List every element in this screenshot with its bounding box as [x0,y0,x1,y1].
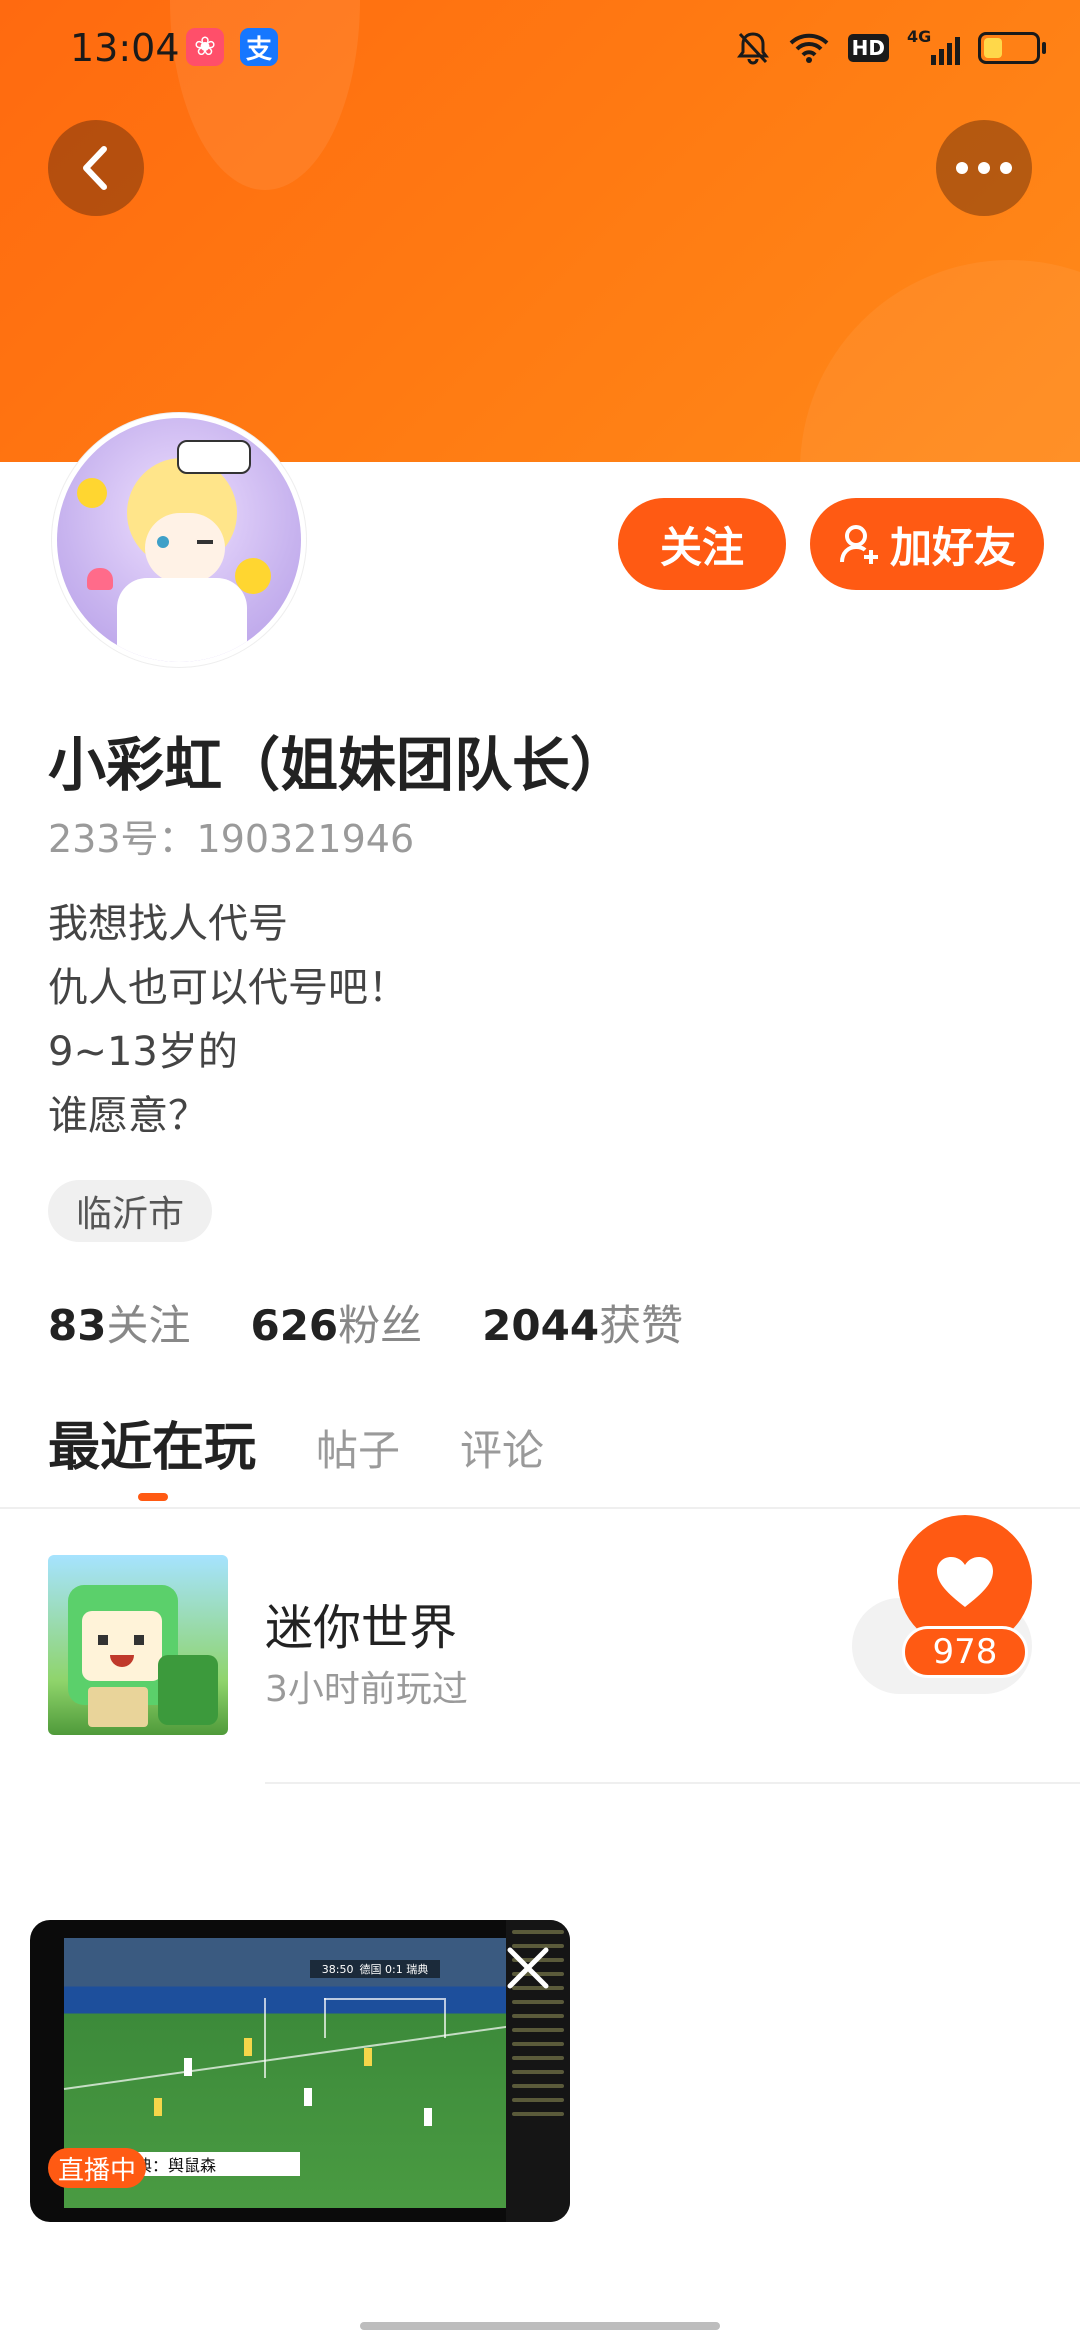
bio-line: 我想找人代号 [48,901,288,947]
profile-uid: 233号：190321946 [48,817,415,861]
tabs-divider [0,1507,1080,1509]
add-friend-button[interactable]: 加好友 [810,498,1044,590]
stat-label: 获赞 [599,1301,684,1350]
hd-badge: HD [847,34,889,62]
tab-active-indicator [138,1493,168,1501]
battery-icon [978,32,1046,64]
app-notification-icon: ❀ [186,28,224,66]
status-bar: 13:04 ❀ 支 HD 4G [0,0,1080,96]
heart-icon [937,1557,993,1607]
back-arrow-icon [83,146,107,190]
stat-likes[interactable]: 2044获赞 [482,1292,683,1353]
tab-label: 最近在玩 [48,1418,257,1478]
close-icon[interactable] [500,1940,556,1996]
stat-number: 2044 [482,1301,600,1350]
status-icons: HD 4G [736,26,1046,70]
more-dots-icon [956,162,1012,174]
profile-name: 小彩虹（姐妹团队长） [48,731,629,799]
follow-label: 关注 [659,522,744,572]
stat-label: 关注 [106,1301,191,1350]
wifi-icon [789,33,829,63]
mute-bell-icon [736,32,769,65]
game-last-played: 3小时前玩过 [265,1669,468,1710]
signal-icon: 4G [907,27,960,65]
tab-comments[interactable]: 评论 [460,1417,544,1478]
location-tag: 临沂市 [48,1180,213,1242]
profile-tabs: 最近在玩 帖子 评论 [48,1405,544,1501]
stat-number: 626 [250,1301,339,1350]
back-button[interactable] [48,120,144,216]
game-name[interactable]: 迷你世界 [265,1588,457,1658]
network-type: 4G [907,27,932,46]
more-button[interactable] [936,120,1032,216]
video-caption: 典：舆鼠森 [130,2152,300,2176]
avatar[interactable] [52,413,306,667]
game-icon-mini-world[interactable] [48,1555,228,1735]
match-score: 德国 0:1 瑞典 [359,1963,429,1976]
score-display: 38:50 德国 0:1 瑞典 [310,1960,440,1978]
like-count: 978 [902,1626,1028,1678]
tab-posts[interactable]: 帖子 [316,1417,400,1478]
stat-label: 粉丝 [338,1301,423,1350]
header-decoration [800,260,1080,462]
alipay-notification-icon: 支 [240,28,278,66]
add-friend-icon [839,525,878,564]
live-badge: 直播中 [48,2148,147,2188]
bio-line: 9~13岁的 [48,1029,238,1075]
tab-recent-played[interactable]: 最近在玩 [48,1405,257,1501]
home-indicator[interactable] [360,2322,720,2330]
row-divider [265,1782,1080,1784]
match-clock: 38:50 [321,1962,354,1976]
stat-following[interactable]: 83关注 [48,1292,190,1353]
bio-line: 谁愿意？ [48,1093,208,1139]
add-friend-label: 加好友 [889,522,1016,572]
bio-line: 仇人也可以代号吧！ [48,965,408,1011]
avatar-image [57,418,301,662]
floating-live-video[interactable]: 38:50 德国 0:1 瑞典 典：舆鼠森 直播中 [30,1920,570,2222]
stat-number: 83 [48,1301,107,1350]
follow-button[interactable]: 关注 [618,498,786,590]
status-time: 13:04 [70,26,180,70]
stat-fans[interactable]: 626粉丝 [250,1292,422,1353]
profile-stats: 83关注 626粉丝 2044获赞 [48,1292,683,1353]
profile-bio: 我想找人代号 仇人也可以代号吧！ 9~13岁的 谁愿意？ [48,892,408,1148]
